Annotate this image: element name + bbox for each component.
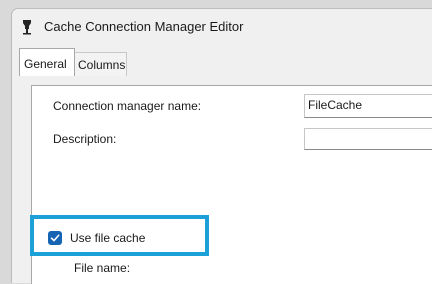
tab-general[interactable]: General xyxy=(19,48,75,76)
window-title: Cache Connection Manager Editor xyxy=(44,19,244,34)
tab-columns[interactable]: Columns xyxy=(74,52,127,76)
connection-name-label: Connection manager name: xyxy=(53,99,202,113)
cache-icon xyxy=(20,19,34,35)
checkmark-icon xyxy=(50,234,60,242)
description-field[interactable] xyxy=(304,128,432,150)
connection-name-field[interactable]: FileCache xyxy=(304,94,432,118)
description-label: Description: xyxy=(53,132,117,146)
use-file-cache-label[interactable]: Use file cache xyxy=(70,231,145,245)
title-bar: Cache Connection Manager Editor xyxy=(12,9,432,45)
file-name-label: File name: xyxy=(74,261,131,275)
use-file-cache-checkbox[interactable] xyxy=(48,231,62,245)
